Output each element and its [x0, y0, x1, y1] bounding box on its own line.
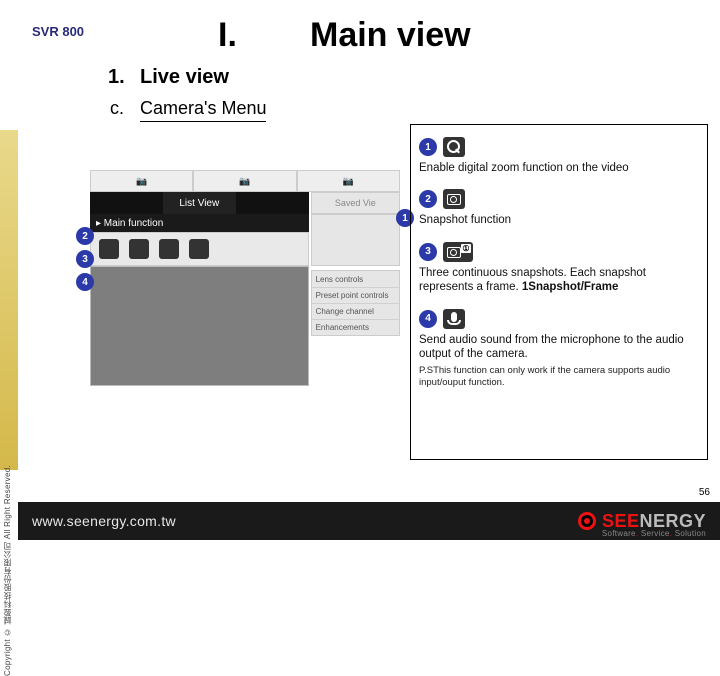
- panel-row: Enhancements: [312, 319, 399, 335]
- snapshot-icon: [443, 189, 465, 209]
- explanation-box: 1 Enable digital zoom function on the vi…: [410, 124, 708, 460]
- zoom-icon: [99, 239, 119, 259]
- panel-row: Change channel: [312, 303, 399, 319]
- mock-panel-top: [311, 214, 400, 266]
- copyright-sidebar: [0, 130, 18, 470]
- camera-icon: 📷: [239, 176, 250, 187]
- item-ps-4: P.SThis function can only work if the ca…: [419, 365, 699, 389]
- main-function-label: ▸ Main function: [90, 214, 309, 232]
- saved-view-label: Saved Vie: [311, 192, 400, 214]
- panel-row: Preset point controls: [312, 287, 399, 303]
- section-title: Live view: [140, 66, 229, 89]
- page-number: 56: [699, 487, 710, 498]
- item-text-2: Snapshot function: [419, 213, 699, 227]
- zoom-icon: [443, 137, 465, 157]
- page-title: Main view: [310, 16, 471, 55]
- item-number-4: 4: [419, 310, 437, 328]
- item-text-3: Three continuous snapshots. Each snapsho…: [419, 266, 699, 295]
- footer-tagline: Software. Service. Solution: [602, 529, 706, 538]
- ui-mock: 📷 📷 📷 List View ▸ Main function: [90, 170, 400, 386]
- item-number-2: 2: [419, 190, 437, 208]
- snapshot-icon: [129, 239, 149, 259]
- item-number-3: 3: [419, 243, 437, 261]
- snapshot3-icon: [159, 239, 179, 259]
- callout-bubble-2: 2: [76, 227, 94, 245]
- mock-panel-list: Lens controls Preset point controls Chan…: [311, 270, 400, 336]
- mic-icon: [189, 239, 209, 259]
- copyright-text: Copyright © 誠盈科技股份有限公司 All Right Reserve…: [2, 465, 18, 676]
- item-number-1: 1: [419, 138, 437, 156]
- tab-left: [90, 192, 163, 214]
- camera-icon: 📷: [343, 176, 354, 187]
- mock-toolbar: [90, 232, 309, 266]
- panel-row: Lens controls: [312, 271, 399, 287]
- callout-bubble-4: 4: [76, 273, 94, 291]
- snapshot3-icon: ①: [443, 242, 473, 262]
- mock-top-tile: 📷: [90, 170, 193, 192]
- product-label: SVR 800: [32, 24, 84, 39]
- mic-icon: [443, 309, 465, 329]
- subsection-title: Camera's Menu: [140, 98, 266, 122]
- section-number: 1.: [108, 66, 125, 89]
- video-preview: [90, 266, 309, 386]
- footer-url: www.seenergy.com.tw: [32, 513, 176, 529]
- callout-bubble-3: 3: [76, 250, 94, 268]
- tab-right: [236, 192, 309, 214]
- title-number: I.: [218, 16, 237, 55]
- tab-list-view: List View: [163, 192, 236, 214]
- badge-1: ①: [461, 244, 471, 253]
- logo-mark-icon: [578, 512, 596, 530]
- camera-icon: 📷: [136, 176, 147, 187]
- item-text-1: Enable digital zoom function on the vide…: [419, 161, 699, 175]
- mock-top-tile: 📷: [297, 170, 400, 192]
- item-text-4: Send audio sound from the microphone to …: [419, 333, 699, 362]
- subsection-number: c.: [110, 98, 124, 119]
- mock-top-tile: 📷: [193, 170, 296, 192]
